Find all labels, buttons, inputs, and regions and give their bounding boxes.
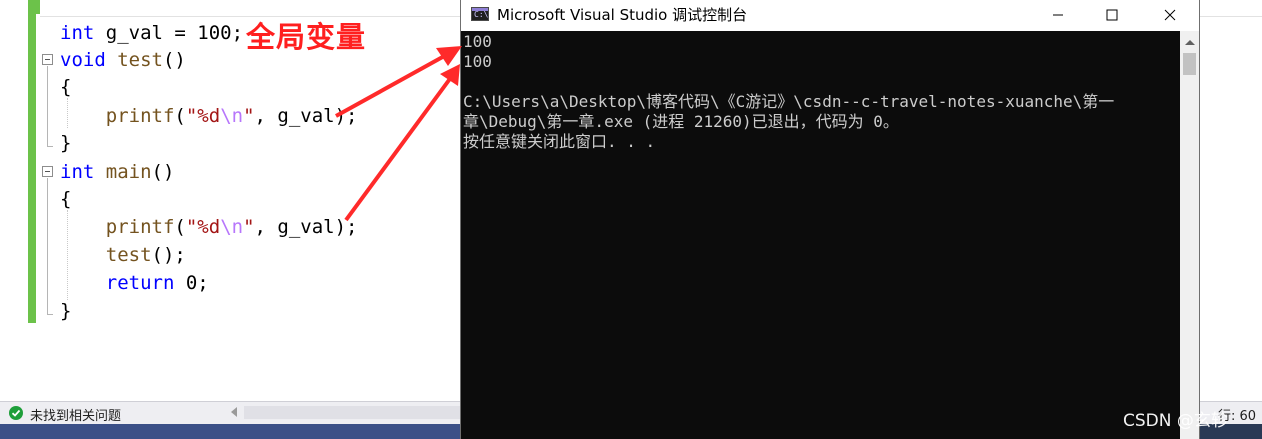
annotation-arrows	[335, 46, 462, 222]
arrow-1	[335, 46, 462, 118]
arrow-2	[344, 64, 460, 222]
